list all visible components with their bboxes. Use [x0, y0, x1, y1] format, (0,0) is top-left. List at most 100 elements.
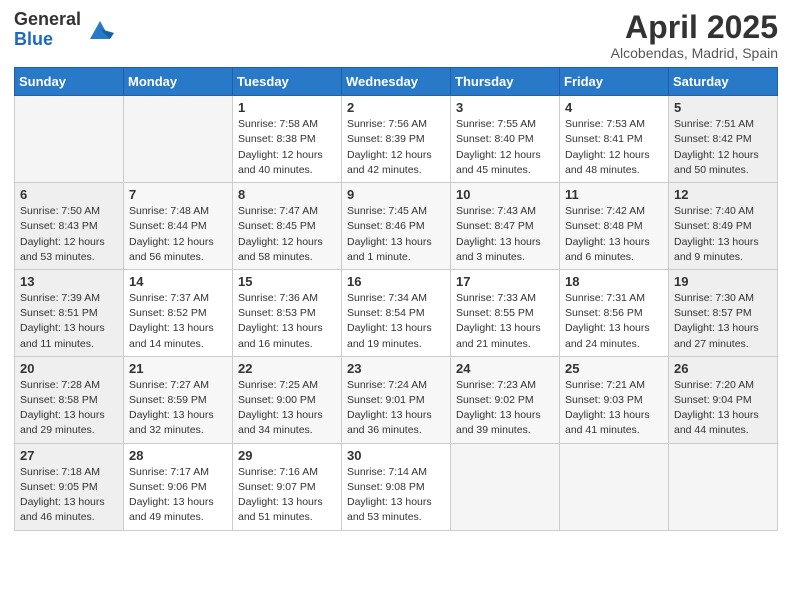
day-info: Sunrise: 7:17 AMSunset: 9:06 PMDaylight:…	[129, 465, 227, 526]
title-block: April 2025 Alcobendas, Madrid, Spain	[611, 10, 778, 61]
table-row	[15, 96, 124, 183]
calendar-week-row: 13 Sunrise: 7:39 AMSunset: 8:51 PMDayligh…	[15, 269, 778, 356]
day-info: Sunrise: 7:28 AMSunset: 8:58 PMDaylight:…	[20, 378, 118, 439]
day-info: Sunrise: 7:18 AMSunset: 9:05 PMDaylight:…	[20, 465, 118, 526]
table-row: 16 Sunrise: 7:34 AMSunset: 8:54 PMDayligh…	[342, 269, 451, 356]
day-info: Sunrise: 7:45 AMSunset: 8:46 PMDaylight:…	[347, 204, 445, 265]
day-info: Sunrise: 7:21 AMSunset: 9:03 PMDaylight:…	[565, 378, 663, 439]
table-row: 1 Sunrise: 7:58 AMSunset: 8:38 PMDaylight…	[233, 96, 342, 183]
day-number: 2	[347, 100, 445, 115]
day-number: 18	[565, 274, 663, 289]
table-row: 22Sunrise: 7:25 AMSunset: 9:00 PMDayligh…	[233, 356, 342, 443]
day-number: 8	[238, 187, 336, 202]
day-number: 1	[238, 100, 336, 115]
day-number: 15	[238, 274, 336, 289]
table-row	[560, 443, 669, 530]
table-row: 3 Sunrise: 7:55 AMSunset: 8:40 PMDaylight…	[451, 96, 560, 183]
table-row: 2 Sunrise: 7:56 AMSunset: 8:39 PMDaylight…	[342, 96, 451, 183]
table-row: 5Sunrise: 7:51 AMSunset: 8:42 PMDaylight…	[669, 96, 778, 183]
table-row: 30 Sunrise: 7:14 AMSunset: 9:08 PMDayligh…	[342, 443, 451, 530]
col-tuesday: Tuesday	[233, 68, 342, 96]
table-row: 29Sunrise: 7:16 AMSunset: 9:07 PMDayligh…	[233, 443, 342, 530]
calendar-week-row: 1 Sunrise: 7:58 AMSunset: 8:38 PMDaylight…	[15, 96, 778, 183]
day-number: 10	[456, 187, 554, 202]
day-number: 23	[347, 361, 445, 376]
day-info: Sunrise: 7:47 AMSunset: 8:45 PMDaylight:…	[238, 204, 336, 265]
day-number: 30	[347, 448, 445, 463]
col-thursday: Thursday	[451, 68, 560, 96]
table-row: 12Sunrise: 7:40 AMSunset: 8:49 PMDayligh…	[669, 183, 778, 270]
day-info: Sunrise: 7:42 AMSunset: 8:48 PMDaylight:…	[565, 204, 663, 265]
day-number: 17	[456, 274, 554, 289]
day-info: Sunrise: 7:53 AMSunset: 8:41 PMDaylight:…	[565, 117, 663, 178]
day-info: Sunrise: 7:20 AMSunset: 9:04 PMDaylight:…	[674, 378, 772, 439]
table-row: 11 Sunrise: 7:42 AMSunset: 8:48 PMDayligh…	[560, 183, 669, 270]
day-number: 4	[565, 100, 663, 115]
table-row: 8 Sunrise: 7:47 AMSunset: 8:45 PMDaylight…	[233, 183, 342, 270]
day-info: Sunrise: 7:14 AMSunset: 9:08 PMDaylight:…	[347, 465, 445, 526]
table-row: 10Sunrise: 7:43 AMSunset: 8:47 PMDayligh…	[451, 183, 560, 270]
day-info: Sunrise: 7:37 AMSunset: 8:52 PMDaylight:…	[129, 291, 227, 352]
col-saturday: Saturday	[669, 68, 778, 96]
calendar-week-row: 20Sunrise: 7:28 AMSunset: 8:58 PMDayligh…	[15, 356, 778, 443]
day-number: 16	[347, 274, 445, 289]
table-row: 13 Sunrise: 7:39 AMSunset: 8:51 PMDayligh…	[15, 269, 124, 356]
day-number: 27	[20, 448, 118, 463]
day-info: Sunrise: 7:36 AMSunset: 8:53 PMDaylight:…	[238, 291, 336, 352]
table-row	[669, 443, 778, 530]
day-number: 14	[129, 274, 227, 289]
table-row: 23 Sunrise: 7:24 AMSunset: 9:01 PMDayligh…	[342, 356, 451, 443]
table-row	[451, 443, 560, 530]
col-friday: Friday	[560, 68, 669, 96]
subtitle: Alcobendas, Madrid, Spain	[611, 45, 778, 61]
day-number: 11	[565, 187, 663, 202]
table-row: 20Sunrise: 7:28 AMSunset: 8:58 PMDayligh…	[15, 356, 124, 443]
logo-icon	[84, 15, 116, 47]
day-info: Sunrise: 7:23 AMSunset: 9:02 PMDaylight:…	[456, 378, 554, 439]
table-row: 26 Sunrise: 7:20 AMSunset: 9:04 PMDayligh…	[669, 356, 778, 443]
logo-general: General	[14, 10, 81, 30]
day-number: 26	[674, 361, 772, 376]
header: General Blue April 2025 Alcobendas, Madr…	[14, 10, 778, 61]
day-number: 28	[129, 448, 227, 463]
day-info: Sunrise: 7:56 AMSunset: 8:39 PMDaylight:…	[347, 117, 445, 178]
day-number: 9	[347, 187, 445, 202]
day-info: Sunrise: 7:50 AMSunset: 8:43 PMDaylight:…	[20, 204, 118, 265]
day-number: 25	[565, 361, 663, 376]
page: General Blue April 2025 Alcobendas, Madr…	[0, 0, 792, 612]
day-number: 7	[129, 187, 227, 202]
calendar-table: Sunday Monday Tuesday Wednesday Thursday…	[14, 67, 778, 530]
day-number: 3	[456, 100, 554, 115]
day-info: Sunrise: 7:31 AMSunset: 8:56 PMDaylight:…	[565, 291, 663, 352]
table-row: 19 Sunrise: 7:30 AMSunset: 8:57 PMDayligh…	[669, 269, 778, 356]
day-info: Sunrise: 7:34 AMSunset: 8:54 PMDaylight:…	[347, 291, 445, 352]
day-number: 29	[238, 448, 336, 463]
table-row: 24Sunrise: 7:23 AMSunset: 9:02 PMDayligh…	[451, 356, 560, 443]
day-info: Sunrise: 7:24 AMSunset: 9:01 PMDaylight:…	[347, 378, 445, 439]
day-info: Sunrise: 7:39 AMSunset: 8:51 PMDaylight:…	[20, 291, 118, 352]
table-row: 7 Sunrise: 7:48 AMSunset: 8:44 PMDaylight…	[124, 183, 233, 270]
col-wednesday: Wednesday	[342, 68, 451, 96]
day-info: Sunrise: 7:40 AMSunset: 8:49 PMDaylight:…	[674, 204, 772, 265]
main-title: April 2025	[611, 10, 778, 45]
day-info: Sunrise: 7:58 AMSunset: 8:38 PMDaylight:…	[238, 117, 336, 178]
calendar-week-row: 6 Sunrise: 7:50 AMSunset: 8:43 PMDaylight…	[15, 183, 778, 270]
table-row: 6 Sunrise: 7:50 AMSunset: 8:43 PMDaylight…	[15, 183, 124, 270]
logo-blue: Blue	[14, 30, 81, 50]
day-info: Sunrise: 7:55 AMSunset: 8:40 PMDaylight:…	[456, 117, 554, 178]
day-number: 19	[674, 274, 772, 289]
calendar-header-row: Sunday Monday Tuesday Wednesday Thursday…	[15, 68, 778, 96]
day-info: Sunrise: 7:33 AMSunset: 8:55 PMDaylight:…	[456, 291, 554, 352]
table-row: 15 Sunrise: 7:36 AMSunset: 8:53 PMDayligh…	[233, 269, 342, 356]
day-number: 13	[20, 274, 118, 289]
day-info: Sunrise: 7:25 AMSunset: 9:00 PMDaylight:…	[238, 378, 336, 439]
table-row	[124, 96, 233, 183]
table-row: 21Sunrise: 7:27 AMSunset: 8:59 PMDayligh…	[124, 356, 233, 443]
day-info: Sunrise: 7:30 AMSunset: 8:57 PMDaylight:…	[674, 291, 772, 352]
day-number: 5	[674, 100, 772, 115]
day-info: Sunrise: 7:48 AMSunset: 8:44 PMDaylight:…	[129, 204, 227, 265]
logo: General Blue	[14, 10, 116, 50]
day-number: 6	[20, 187, 118, 202]
table-row: 17 Sunrise: 7:33 AMSunset: 8:55 PMDayligh…	[451, 269, 560, 356]
table-row: 4 Sunrise: 7:53 AMSunset: 8:41 PMDaylight…	[560, 96, 669, 183]
